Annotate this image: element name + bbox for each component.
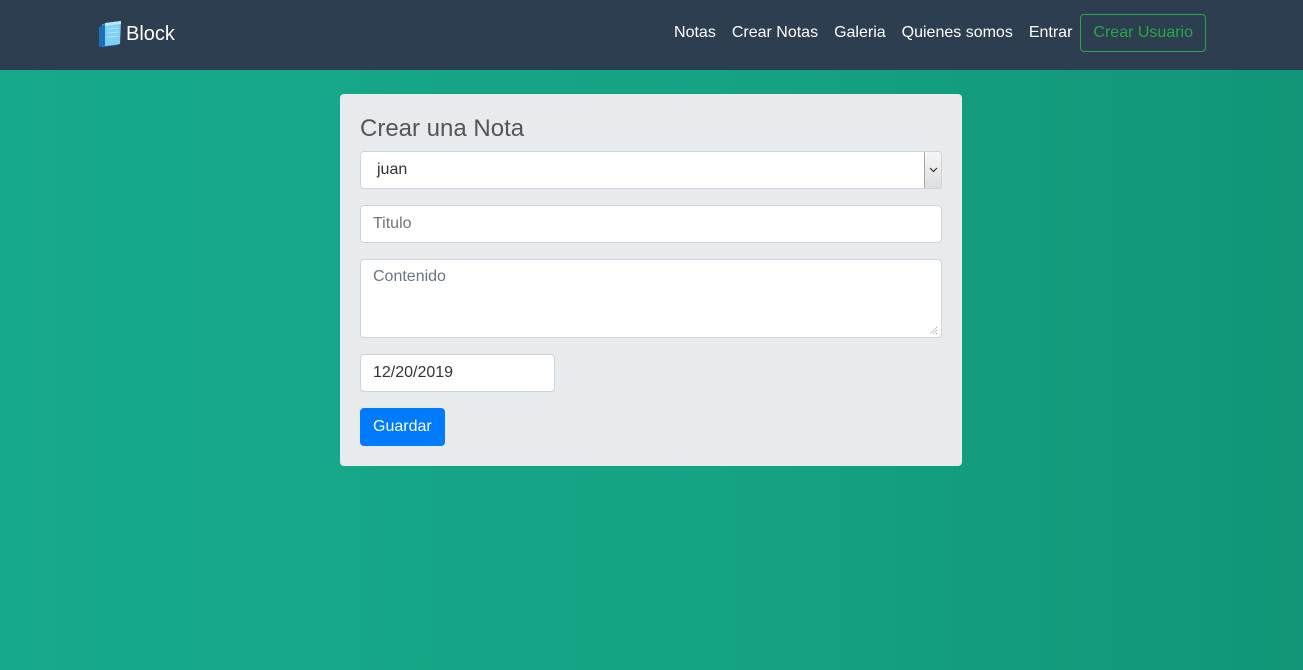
content-textarea[interactable] [360, 259, 942, 338]
nav-menu: Notas Crear Notas Galeria Quienes somos … [666, 14, 1206, 52]
nav-link-crear-notas[interactable]: Crear Notas [724, 14, 826, 52]
date-input[interactable] [360, 354, 555, 392]
save-button[interactable]: Guardar [360, 408, 445, 446]
user-select[interactable]: juan [360, 151, 942, 189]
notebook-icon [99, 21, 121, 47]
brand-name: Block [126, 23, 175, 45]
nav-link-notas[interactable]: Notas [666, 14, 724, 52]
nav-link-galeria[interactable]: Galeria [826, 14, 894, 52]
create-user-button[interactable]: Crear Usuario [1080, 14, 1206, 52]
user-select-value: juan [377, 161, 408, 178]
nav-link-quienes-somos[interactable]: Quienes somos [894, 14, 1021, 52]
brand-link[interactable]: Block [96, 20, 175, 48]
nav-link-entrar[interactable]: Entrar [1021, 14, 1081, 52]
select-arrow-button[interactable] [924, 152, 941, 188]
title-input[interactable] [360, 205, 942, 243]
form-title: Crear una Nota [360, 115, 525, 142]
navbar: Block Notas Crear Notas Galeria Quienes … [0, 0, 1303, 70]
create-note-card: Crear una Nota juan Guardar [340, 94, 962, 466]
chevron-down-icon [929, 167, 937, 173]
